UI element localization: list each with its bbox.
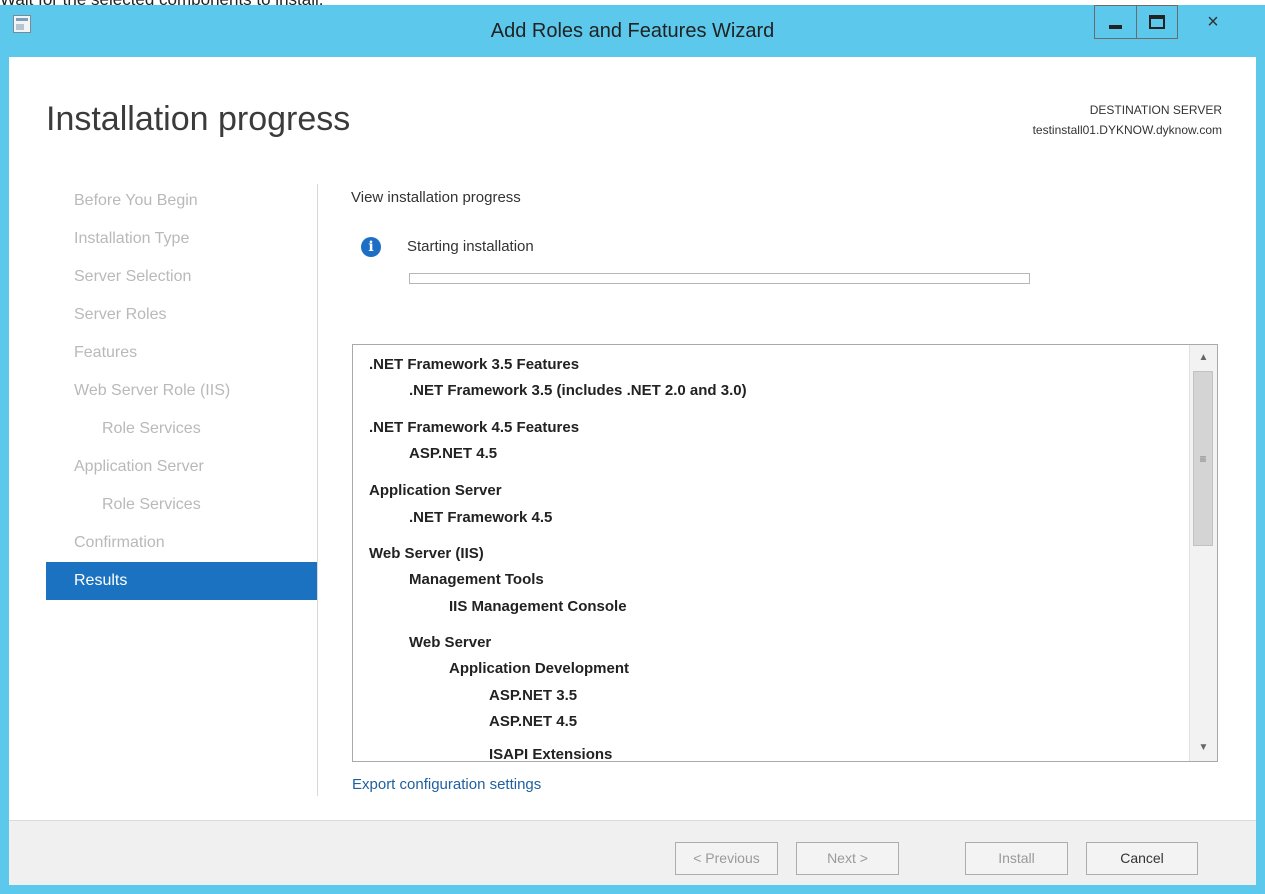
nav-item-app-role-services: Role Services [102,496,201,513]
nav-item-application-server: Application Server [74,458,204,475]
close-button[interactable]: × [1178,5,1248,39]
install-button[interactable]: Install [965,842,1068,875]
wizard-footer: < Previous Next > Install Cancel [9,820,1256,885]
list-item: IIS Management Console [449,598,627,615]
minimize-button[interactable] [1094,5,1136,39]
list-item: ASP.NET 3.5 [489,687,578,704]
list-item: ISAPI Extensions [489,746,613,762]
list-item: ASP.NET 4.5 [489,713,578,730]
wizard-window: Add Roles and Features Wizard × Installa… [0,5,1265,894]
cancel-button[interactable]: Cancel [1086,842,1198,875]
destination-server-value: testinstall01.DYKNOW.dyknow.com [1032,123,1222,137]
status-text: Starting installation [407,238,534,255]
list-item: .NET Framework 3.5 Features [369,356,580,373]
installation-progress-bar [409,273,1030,284]
list-item: .NET Framework 4.5 Features [369,419,580,436]
scroll-down-arrow-icon[interactable]: ▼ [1190,737,1217,759]
export-configuration-link[interactable]: Export configuration settings [352,776,541,793]
wizard-nav: Before You Begin Installation Type Serve… [46,182,317,600]
nav-item-server-selection: Server Selection [74,268,192,285]
list-item: Web Server (IIS) [369,545,484,562]
section-title: View installation progress [351,189,521,206]
maximize-icon [1149,15,1165,29]
page-title: Installation progress [46,100,351,138]
nav-item-installation-type: Installation Type [74,230,190,247]
wizard-content: Installation progress DESTINATION SERVER… [9,57,1256,820]
list-item: ASP.NET 4.5 [409,445,498,462]
info-icon: i [361,237,381,257]
nav-item-results[interactable]: Results [46,562,317,600]
nav-item-before-you-begin: Before You Begin [74,192,198,209]
destination-server-label: DESTINATION SERVER [1089,103,1222,117]
list-item: .NET Framework 3.5 (includes .NET 2.0 an… [409,382,747,399]
feature-list-scrollbar[interactable]: ▲ ≡ ▼ [1189,345,1217,761]
list-item: .NET Framework 4.5 [409,509,553,526]
next-button[interactable]: Next > [796,842,899,875]
list-item: Management Tools [409,571,544,588]
nav-item-server-roles: Server Roles [74,306,167,323]
scroll-up-arrow-icon[interactable]: ▲ [1190,347,1217,369]
previous-button[interactable]: < Previous [675,842,778,875]
list-item: Web Server [409,634,492,651]
list-item: Application Development [449,660,630,677]
title-bar[interactable]: Add Roles and Features Wizard × [0,5,1265,57]
nav-item-iis-role-services: Role Services [102,420,201,437]
nav-item-features: Features [74,344,138,361]
nav-divider [317,184,318,796]
nav-item-web-server-role: Web Server Role (IIS) [74,382,231,399]
close-icon: × [1207,10,1219,33]
grip-icon: ≡ [1199,451,1207,466]
minimize-icon [1109,25,1122,29]
maximize-button[interactable] [1136,5,1178,39]
list-item: Application Server [369,482,502,499]
window-title: Add Roles and Features Wizard [490,20,775,42]
nav-item-confirmation: Confirmation [74,534,165,551]
feature-list[interactable]: .NET Framework 3.5 Features .NET Framewo… [352,344,1218,762]
scroll-thumb[interactable]: ≡ [1193,371,1213,546]
